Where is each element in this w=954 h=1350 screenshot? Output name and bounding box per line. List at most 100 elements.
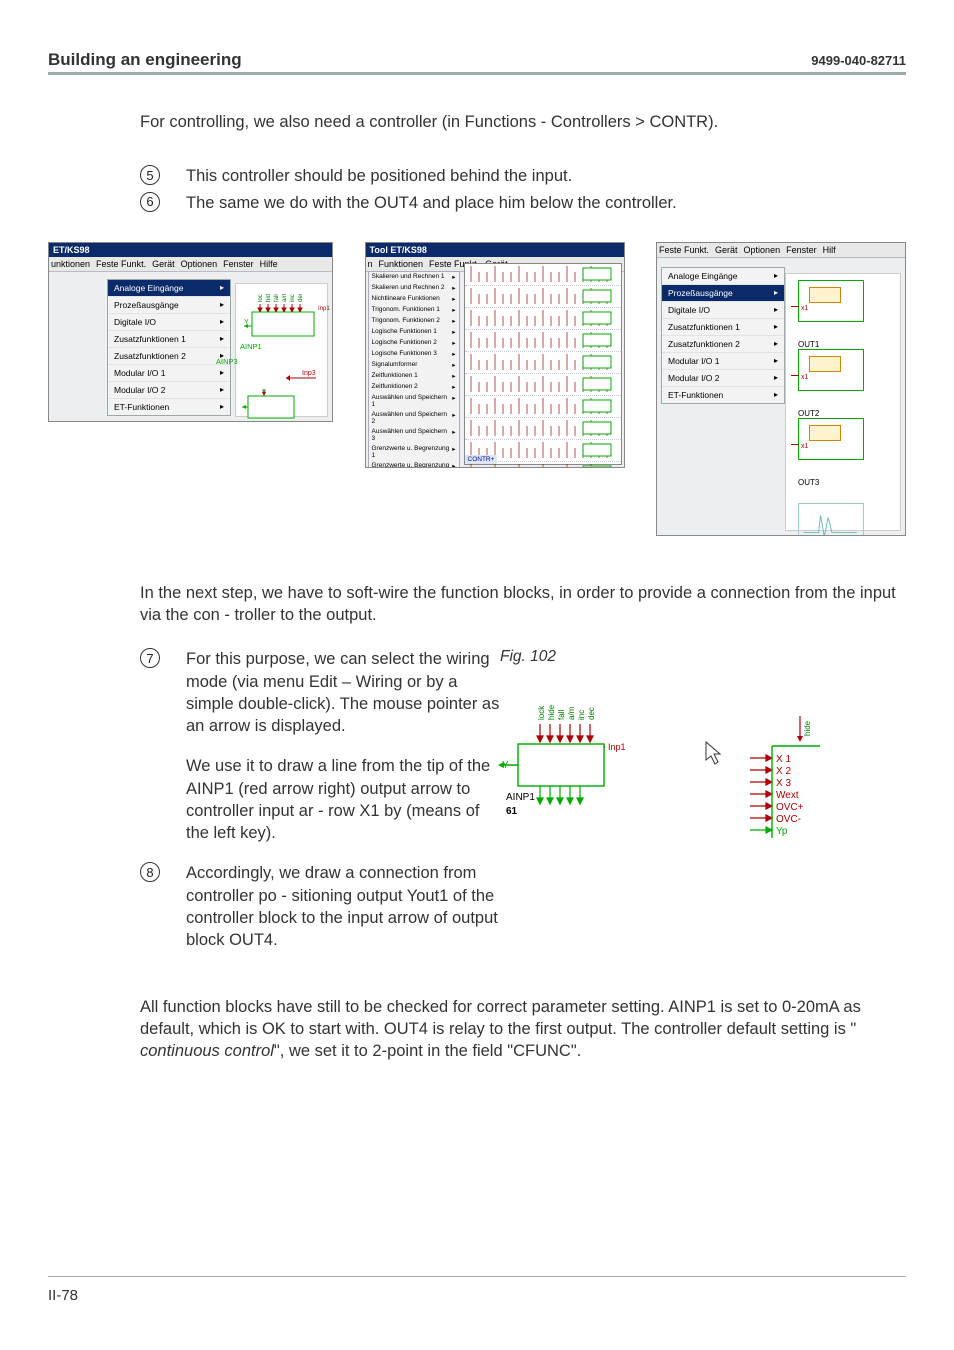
step-row: We use it to draw a line from the tip of… — [140, 755, 500, 844]
final-italic: continuous control — [140, 1042, 274, 1060]
x1-pin-label: x1 — [801, 443, 808, 450]
dropdown-item[interactable]: Zusatzfunktionen 1 — [108, 330, 230, 347]
dropdown-item[interactable]: Logische Funktionen 3▸ — [369, 349, 459, 360]
svg-text:OVC+: OVC+ — [776, 802, 804, 813]
page-footer: II-78 — [48, 1276, 906, 1304]
svg-text:a/m: a/m — [282, 294, 288, 302]
svg-text:lock: lock — [537, 705, 546, 720]
svg-text:dec: dec — [298, 294, 304, 302]
dropdown-item[interactable]: Trigonom. Funktionen 2▸ — [369, 316, 459, 327]
svg-text:a/m: a/m — [567, 707, 576, 721]
menu-item[interactable]: Hilfe — [260, 259, 278, 269]
dropdown-item[interactable]: Nichtlineare Funktionen▸ — [369, 294, 459, 305]
ainp1-name: AINP1 — [506, 792, 535, 803]
window-title: ET/KS98 — [49, 243, 332, 257]
dropdown-item[interactable]: Prozeßausgänge — [108, 296, 230, 313]
dropdown-menu[interactable]: Skalieren und Rechnen 1▸Skalieren und Re… — [368, 271, 460, 468]
cursor-icon — [706, 742, 720, 764]
menu-item[interactable]: Optionen — [744, 245, 781, 255]
ainp1-id: 61 — [506, 806, 518, 817]
svg-text:Inp1: Inp1 — [318, 306, 330, 312]
output-canvas: x1OUT1 x1 OUT2 x1 OUT3 — [785, 273, 901, 531]
screenshot-functions-menu: Tool ET/KS98 nFunktionenFeste Funkt.Gerä… — [365, 242, 625, 468]
menu-item[interactable]: Optionen — [181, 259, 218, 269]
svg-text:inc: inc — [577, 710, 586, 720]
svg-text:e: e — [262, 388, 268, 392]
dropdown-item[interactable]: Analoge Eingänge — [662, 268, 784, 284]
dropdown-item[interactable]: Analoge Eingänge — [108, 280, 230, 296]
final-paragraph: All function blocks have still to be che… — [140, 996, 906, 1063]
svg-text:Inp1: Inp1 — [608, 742, 626, 752]
menu-item[interactable]: Gerät — [152, 259, 175, 269]
grid-row — [465, 264, 621, 286]
screenshots-row: ET/KS98 unktionen Feste Funkt. Gerät Option… — [48, 242, 906, 536]
menu-item[interactable]: n — [368, 259, 373, 269]
final-post: ", we set it to 2-point in the field "CF… — [274, 1042, 581, 1060]
dropdown-item[interactable]: Logische Funktionen 2▸ — [369, 338, 459, 349]
dropdown-item[interactable]: Auswählen und Speichern 2▸ — [369, 410, 459, 427]
figure-102-diagram: lock hide fall a/m inc dec — [500, 722, 886, 852]
out-label: OUT2 — [798, 409, 888, 418]
figure-caption: Fig. 102 — [500, 648, 906, 666]
dropdown-item[interactable]: Digitale I/O — [662, 301, 784, 318]
dropdown-item[interactable]: Auswählen und Speichern 3▸ — [369, 427, 459, 444]
dropdown-item[interactable]: Modular I/O 2 — [108, 381, 230, 398]
grid-row — [465, 396, 621, 418]
dropdown-item[interactable]: Auswählen und Speichern 1▸ — [369, 393, 459, 410]
dropdown-item[interactable]: Skalieren und Rechnen 2▸ — [369, 283, 459, 294]
grid-row — [465, 330, 621, 352]
mid-paragraph: In the next step, we have to soft-wire t… — [140, 582, 906, 627]
dropdown-item[interactable]: Modular I/O 1 — [108, 364, 230, 381]
grid-row — [465, 418, 621, 440]
menu-item[interactable]: Feste Funkt. — [96, 259, 146, 269]
step-number-marker: 6 — [140, 192, 160, 212]
dropdown-item[interactable]: ET-Funktionen — [108, 398, 230, 415]
dropdown-item[interactable]: ET-Funktionen — [662, 386, 784, 403]
dropdown-item[interactable]: Logische Funktionen 1▸ — [369, 327, 459, 338]
dropdown-menu[interactable]: Analoge EingängeProzeßausgängeDigitale I… — [661, 267, 785, 404]
dropdown-item[interactable]: Skalieren und Rechnen 1▸ — [369, 272, 459, 283]
x1-pin-label: x1 — [801, 374, 808, 381]
dropdown-item[interactable]: Trigonom. Funktionen 1▸ — [369, 305, 459, 316]
out-label: OUT3 — [798, 478, 888, 487]
dropdown-item[interactable]: Zeitfunktionen 1▸ — [369, 371, 459, 382]
step-text: We use it to draw a line from the tip of… — [186, 755, 500, 844]
grid-row — [465, 352, 621, 374]
function-block-ainp1: lock hide fall a/m inc dec Inp1 — [240, 294, 330, 351]
svg-text:Yp: Yp — [776, 826, 788, 837]
step-text: Accordingly, we draw a connection from c… — [186, 862, 500, 951]
svg-text:X 2: X 2 — [776, 766, 791, 777]
menu-item[interactable]: Fenster — [223, 259, 254, 269]
menu-item[interactable]: Fenster — [786, 245, 817, 255]
menu-item[interactable]: Funktionen — [379, 259, 424, 269]
dropdown-item[interactable]: Digitale I/O — [108, 313, 230, 330]
inp3-label: Inp3 — [302, 370, 316, 377]
output-block: x1OUT1 — [798, 280, 888, 349]
dropdown-item[interactable]: Modular I/O 2 — [662, 369, 784, 386]
svg-text:Wext: Wext — [776, 790, 799, 801]
dropdown-item[interactable]: Grenzwerte u. Begrenzung 2▸ — [369, 461, 459, 468]
dropdown-menu[interactable]: Analoge EingängeProzeßausgängeDigitale I… — [107, 279, 231, 416]
step-row: 7For this purpose, we can select the wir… — [140, 648, 500, 737]
window-title: Tool ET/KS98 — [366, 243, 624, 257]
dropdown-item[interactable]: Signalumformer▸ — [369, 360, 459, 371]
dropdown-item[interactable]: Modular I/O 1 — [662, 352, 784, 369]
unassigned-block — [798, 503, 864, 536]
svg-text:X 1: X 1 — [776, 754, 791, 765]
dropdown-item[interactable]: Zusatzfunktionen 2 — [662, 335, 784, 352]
dropdown-item[interactable]: Zeitfunktionen 2▸ — [369, 382, 459, 393]
menu-item[interactable]: Feste Funkt. — [659, 245, 709, 255]
svg-text:hide: hide — [547, 705, 556, 721]
function-block-ainp3: e AINP3 — [240, 388, 310, 422]
menu-item[interactable]: Hilf — [823, 245, 836, 255]
svg-text:fall: fall — [274, 294, 280, 302]
dropdown-item[interactable]: Prozeßausgänge — [662, 284, 784, 301]
dropdown-item[interactable]: Zusatzfunktionen 1 — [662, 318, 784, 335]
dropdown-item[interactable]: Zusatzfunktionen 2 — [108, 347, 230, 364]
svg-text:hide: hide — [266, 294, 272, 302]
menu-item[interactable]: Gerät — [715, 245, 738, 255]
menu-item[interactable]: unktionen — [51, 259, 90, 269]
page-number: II-78 — [48, 1287, 78, 1304]
step-row: 6The same we do with the OUT4 and place … — [140, 192, 906, 214]
dropdown-item[interactable]: Grenzwerte u. Begrenzung 1▸ — [369, 444, 459, 461]
